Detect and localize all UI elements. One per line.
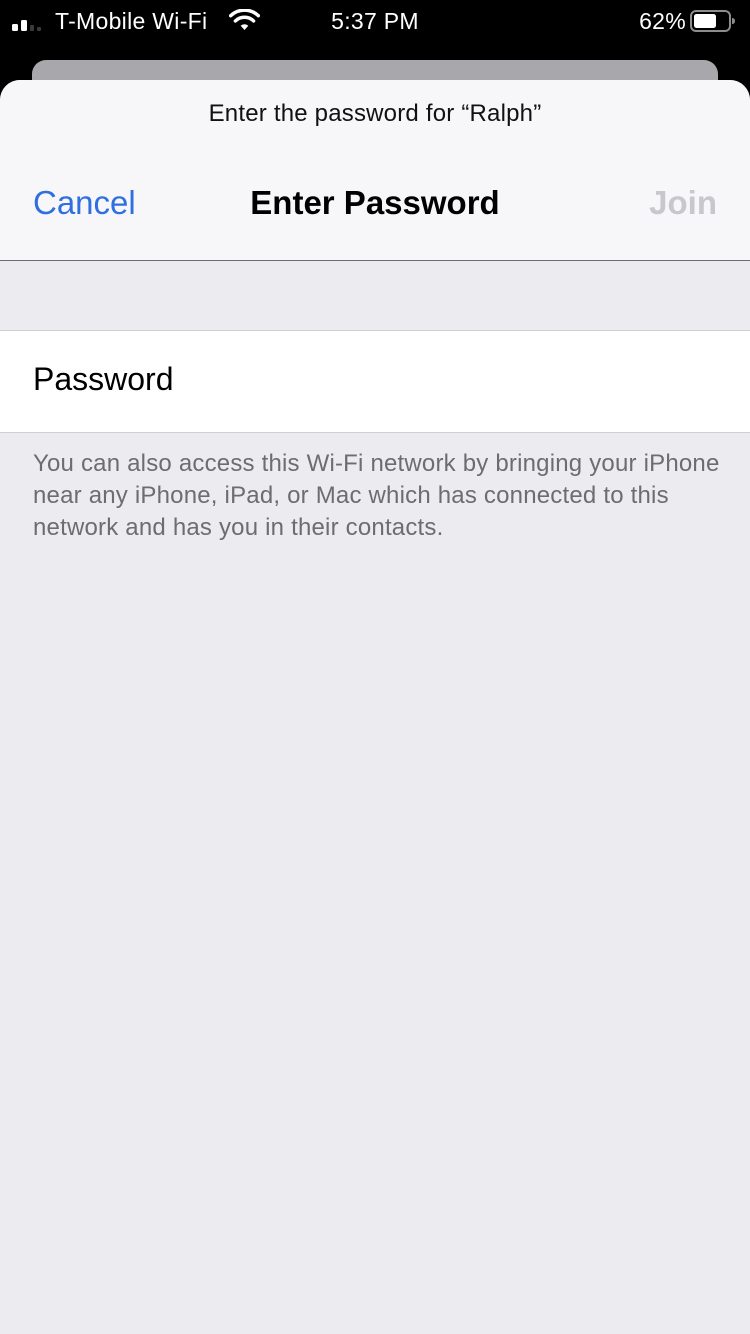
enter-password-sheet: Enter the password for “Ralph” Cancel En…: [0, 80, 750, 1334]
navigation-bar: Enter the password for “Ralph” Cancel En…: [0, 80, 750, 261]
status-time: 5:37 PM: [331, 8, 419, 34]
nearby-sharing-footnote: You can also access this Wi-Fi network b…: [33, 450, 720, 541]
join-button[interactable]: Join: [649, 184, 717, 222]
battery-percent: 62%: [639, 8, 686, 34]
password-input[interactable]: [210, 349, 720, 413]
password-row[interactable]: Password: [0, 330, 750, 433]
network-prompt: Enter the password for “Ralph”: [208, 100, 542, 127]
password-label: Password: [33, 361, 174, 397]
status-bar: T-Mobile Wi-Fi 5:37 PM 62%: [0, 0, 750, 42]
cancel-button[interactable]: Cancel: [33, 184, 136, 222]
battery-icon: [690, 10, 735, 32]
